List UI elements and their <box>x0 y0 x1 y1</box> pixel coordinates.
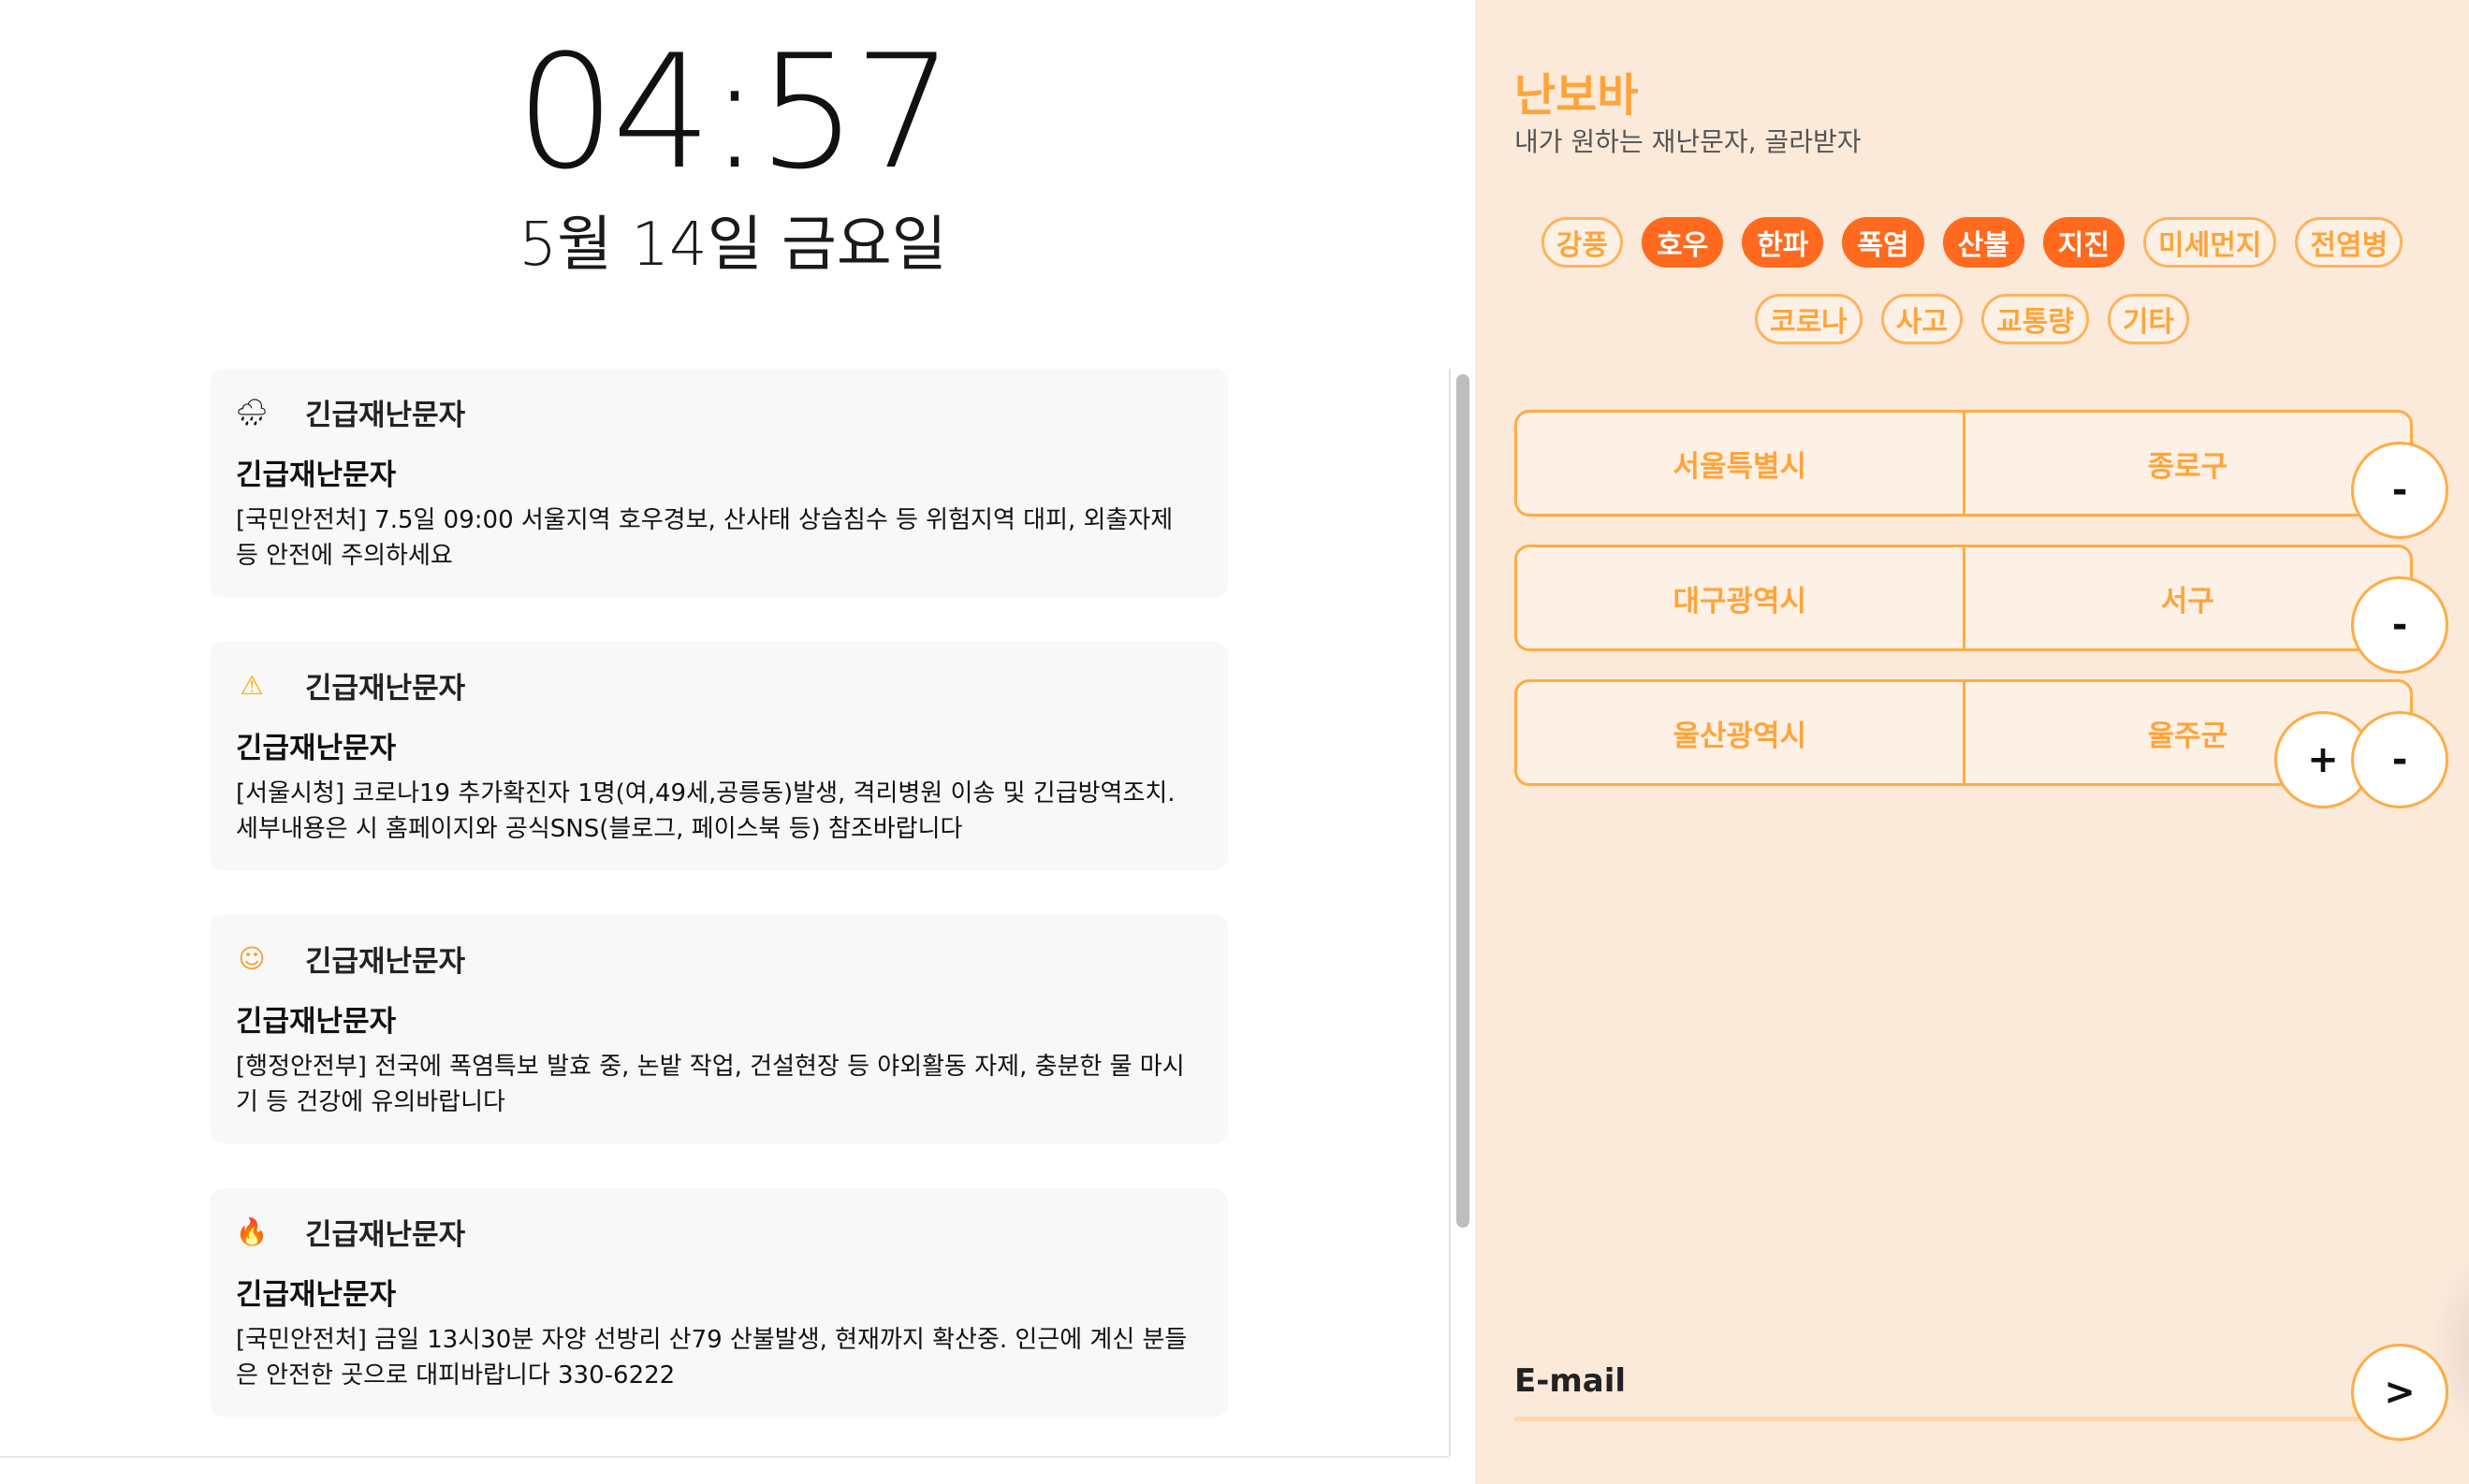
notification-body: [국민안전처] 금일 13시30분 자양 선방리 산79 산불발생, 현재까지 … <box>236 1326 1188 1389</box>
notification-card[interactable]: ☺ 긴급재난문자 긴급재난문자 [행정안전부] 전국에 폭염특보 발효 중, 논… <box>210 915 1228 1143</box>
region-city-select[interactable]: 대구광역시 <box>1517 547 1965 648</box>
region-district-select[interactable]: 서구 <box>1965 547 2411 648</box>
notification-title: 긴급재난문자 <box>236 458 397 492</box>
region-city-select[interactable]: 울산광역시 <box>1517 682 1965 783</box>
notification-body: [국민안전처] 7.5일 09:00 서울지역 호우경보, 산사태 상습침수 등… <box>236 506 1174 570</box>
category-chip-heavy-rain[interactable]: 호우 <box>1641 217 1724 268</box>
category-chip-cold-wave[interactable]: 한파 <box>1742 217 1824 268</box>
divider <box>0 1456 1449 1458</box>
notification-list: 🌧 긴급재난문자 긴급재난문자 [국민안전처] 7.5일 09:00 서울지역 … <box>210 369 1228 1462</box>
notification-app-name: 긴급재난문자 <box>305 671 466 706</box>
notification-title: 긴급재난문자 <box>236 1005 397 1039</box>
notification-title: 긴급재난문자 <box>236 1278 397 1312</box>
app-subtitle: 내가 원하는 재난문자, 골라받자 <box>1514 126 1862 157</box>
region-row: 서울특별시 종로구 <box>1514 410 2413 516</box>
category-chip-traffic[interactable]: 교통량 <box>1981 294 2089 344</box>
remove-region-button[interactable]: - <box>2351 711 2448 808</box>
category-chip-fine-dust[interactable]: 미세먼지 <box>2143 217 2277 268</box>
region-city-select[interactable]: 서울특별시 <box>1517 413 1965 514</box>
warning-icon: ⚠ <box>240 669 264 701</box>
category-chips-row-2: 코로나 사고 교통량 기타 <box>1475 294 2469 344</box>
email-input[interactable] <box>1514 1417 2413 1421</box>
notification-app-name: 긴급재난문자 <box>305 944 466 979</box>
category-chip-epidemic[interactable]: 전염병 <box>2295 217 2403 268</box>
email-label: E-mail <box>1514 1362 1627 1400</box>
scrollbar-track <box>1449 369 1451 1456</box>
category-chip-gale[interactable]: 강풍 <box>1541 217 1623 268</box>
category-chip-other[interactable]: 기타 <box>2107 294 2190 344</box>
notification-body: [행정안전부] 전국에 폭염특보 발효 중, 논밭 작업, 건설현장 등 야외활… <box>236 1053 1185 1116</box>
notification-title: 긴급재난문자 <box>236 732 397 765</box>
notification-card[interactable]: 🔥 긴급재난문자 긴급재난문자 [국민안전처] 금일 13시30분 자양 선방리… <box>210 1188 1228 1417</box>
category-chip-heat-wave[interactable]: 폭염 <box>1842 217 1924 268</box>
fire-icon: 🔥 <box>235 1215 269 1247</box>
category-chip-corona[interactable]: 코로나 <box>1754 294 1863 344</box>
category-chips-row-1: 강풍 호우 한파 폭염 산불 지진 미세먼지 전염병 <box>1475 217 2469 268</box>
notification-app-name: 긴급재난문자 <box>305 1217 466 1252</box>
notification-body: [서울시청] 코로나19 추가확진자 1명(여,49세,공릉동)발생, 격리병원… <box>236 779 1176 843</box>
rain-cloud-icon: 🌧 <box>235 396 269 428</box>
category-chip-wildfire[interactable]: 산불 <box>1942 217 2024 268</box>
clock-date: 5월 14일 금요일 <box>519 211 947 280</box>
lock-screen: 04:57 5월 14일 금요일 🌧 긴급재난문자 긴급재난문자 [국민안전처]… <box>0 0 1475 1484</box>
notification-app-name: 긴급재난문자 <box>305 398 466 432</box>
notification-card[interactable]: 🌧 긴급재난문자 긴급재난문자 [국민안전처] 7.5일 09:00 서울지역 … <box>210 369 1228 597</box>
scrollbar-thumb[interactable] <box>1456 374 1469 1228</box>
hot-face-icon: ☺ <box>238 942 266 974</box>
region-district-select[interactable]: 종로구 <box>1965 413 2411 514</box>
app-title: 난보바 <box>1514 69 1639 122</box>
clock-time: 04:57 <box>515 21 954 204</box>
remove-region-button[interactable]: - <box>2351 576 2448 674</box>
settings-panel: 난보바 내가 원하는 재난문자, 골라받자 강풍 호우 한파 폭염 산불 지진 … <box>1475 0 2469 1484</box>
remove-region-button[interactable]: - <box>2351 442 2448 539</box>
category-chip-accident[interactable]: 사고 <box>1880 294 1963 344</box>
notification-card[interactable]: ⚠ 긴급재난문자 긴급재난문자 [서울시청] 코로나19 추가확진자 1명(여,… <box>210 642 1228 870</box>
region-row: 대구광역시 서구 <box>1514 545 2413 651</box>
edge-shadow <box>2430 1254 2469 1441</box>
category-chip-earthquake[interactable]: 지진 <box>2042 217 2125 268</box>
